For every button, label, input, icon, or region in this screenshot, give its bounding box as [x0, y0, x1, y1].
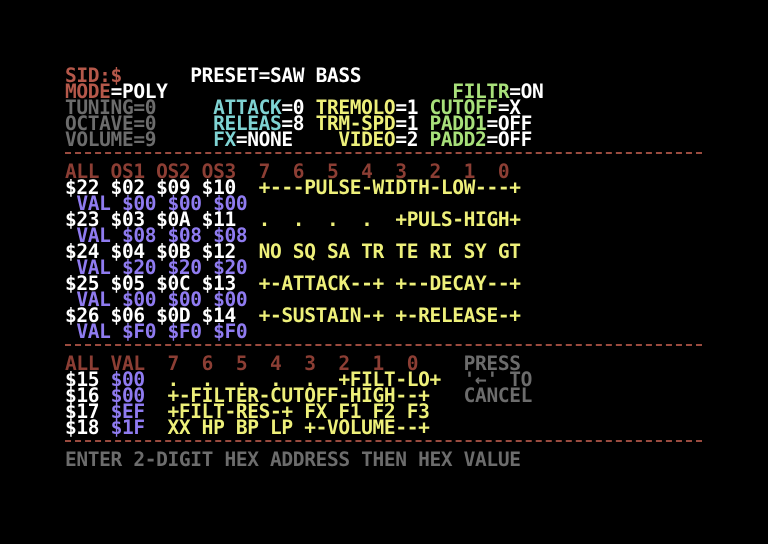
- divider-rule: [65, 337, 702, 353]
- divider-rule: [65, 433, 702, 449]
- text-segment: NO SQ SA TR TE RI SY GT: [258, 240, 521, 263]
- text-segment: ENTER 2-DIGIT HEX ADDRESS THEN HEX VALUE: [65, 448, 521, 471]
- divider-rule: [65, 145, 702, 161]
- screen-line-24: ENTER 2-DIGIT HEX ADDRESS THEN HEX VALUE: [65, 450, 521, 470]
- c64-sid-editor-screen: SID:$ PRESET=SAW BASS MODE=POLY FILTR=ON T…: [0, 0, 768, 544]
- text-segment: +---PULSE-WIDTH-LOW---+: [258, 176, 521, 199]
- text-segment: [430, 384, 464, 407]
- text-segment: . . . . +PULS-HIGH+: [258, 208, 521, 231]
- text-segment: +-SUSTAIN-+ +-RELEASE-+: [258, 304, 521, 327]
- text-segment: CANCEL: [463, 384, 533, 407]
- text-segment: +-ATTACK--+ +--DECAY--+: [258, 272, 521, 295]
